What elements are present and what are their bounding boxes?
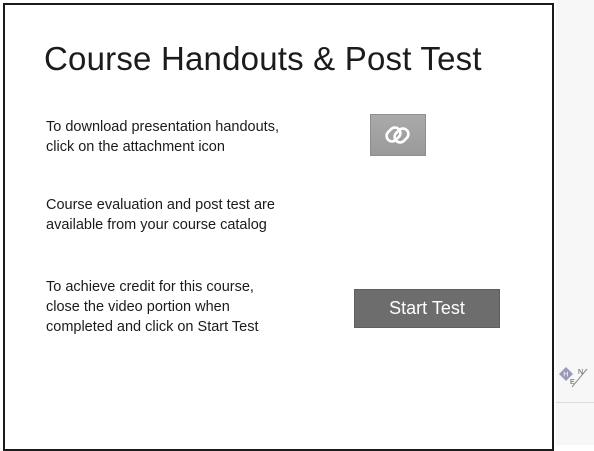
logo-letter-h: H [563,372,568,379]
attachment-button[interactable] [370,114,426,156]
credit-instruction: To achieve credit for this course, close… [46,279,259,335]
hne-logo: H N E [559,367,588,388]
start-test-button[interactable]: Start Test [354,289,500,328]
handouts-instruction: To download presentation handouts, click… [46,119,279,155]
side-panel-divider [556,402,594,403]
logo-letter-n: N [578,369,583,376]
slide: Course Handouts & Post Test To download … [0,0,594,451]
logo-letter-e: E [570,379,575,386]
slide-title: Course Handouts & Post Test [44,40,482,77]
evaluation-info: Course evaluation and post test are avai… [46,197,275,233]
paperclip-icon [385,126,410,144]
